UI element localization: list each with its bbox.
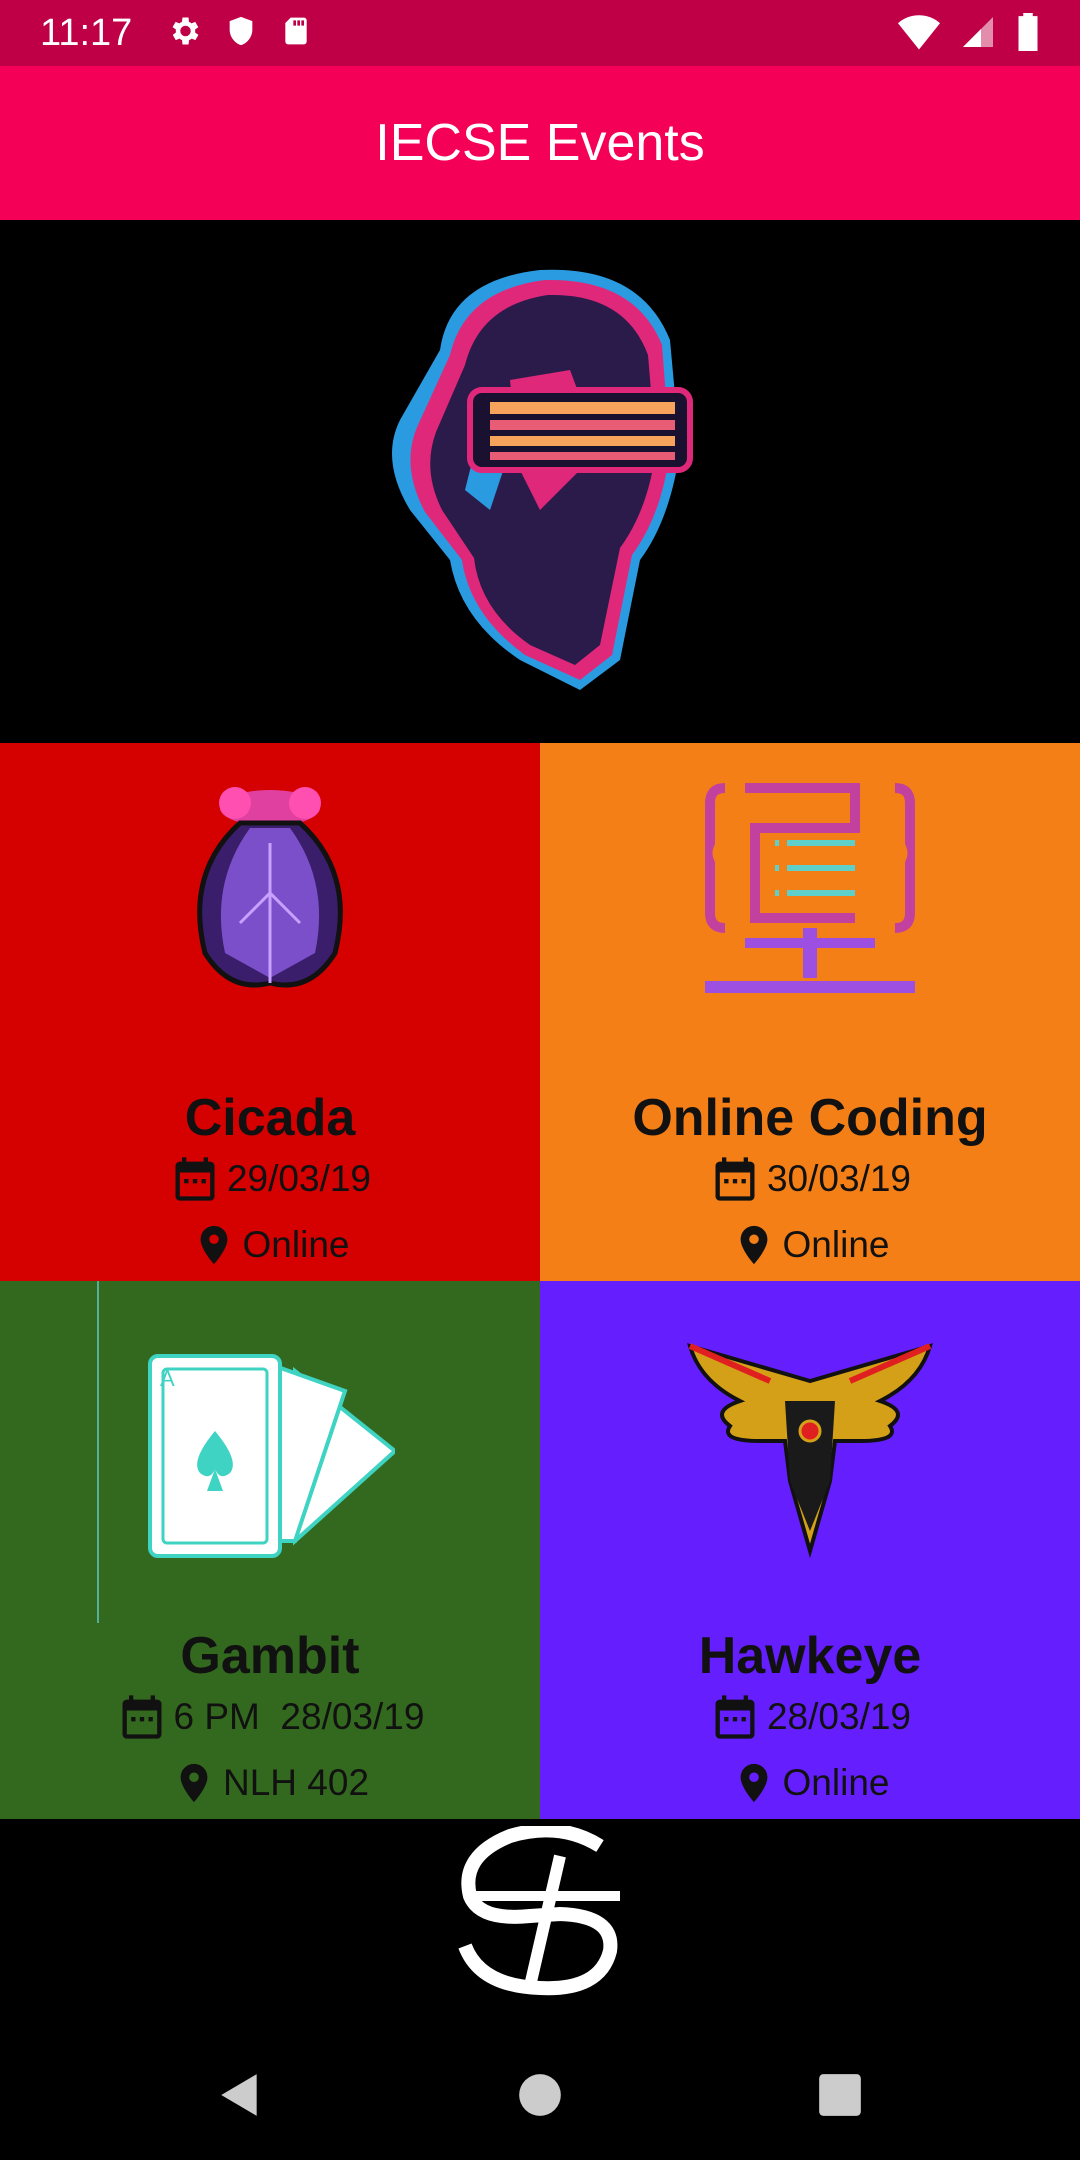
cicada-icon	[197, 787, 343, 988]
event-card-cicada[interactable]: Cicada 29/03/19 Online	[0, 743, 540, 1281]
location-pin-icon	[740, 1763, 767, 1803]
status-bar: 11:17	[0, 0, 1080, 66]
event-card-gambit[interactable]: A Gambit 6 PM 28/03/19 NLH 402	[0, 1281, 540, 1819]
navigation-bar	[0, 2020, 1080, 2160]
footer	[0, 1820, 1080, 2020]
event-name: Gambit	[180, 1627, 360, 1685]
event-venue: Online	[782, 1224, 890, 1265]
wifi-icon	[898, 15, 940, 50]
location-pin-icon	[740, 1225, 767, 1265]
hero-banner	[0, 220, 1080, 743]
calendar-icon	[715, 1695, 755, 1739]
computer-code-icon	[705, 783, 915, 993]
home-icon[interactable]	[515, 2070, 565, 2120]
app-bar: IECSE Events	[0, 66, 1080, 220]
status-time: 11:17	[40, 12, 133, 54]
location-pin-icon	[200, 1225, 227, 1265]
signal-icon	[963, 17, 993, 47]
battery-icon	[1018, 13, 1038, 51]
sponsor-logo-icon	[458, 1826, 620, 1996]
event-date: 29/03/19	[226, 1158, 372, 1199]
playing-cards-icon: A	[148, 1354, 395, 1558]
gear-icon	[172, 17, 199, 45]
event-name: Cicada	[184, 1089, 356, 1147]
shield-icon	[229, 16, 253, 46]
calendar-icon	[715, 1157, 755, 1201]
calendar-icon	[175, 1157, 215, 1201]
eagle-icon	[687, 1343, 933, 1559]
event-name: Online Coding	[632, 1089, 988, 1147]
event-date: 28/03/19	[766, 1696, 912, 1737]
back-icon[interactable]	[215, 2070, 265, 2120]
location-pin-icon	[180, 1763, 208, 1803]
event-date: 6 PM 28/03/19	[173, 1696, 425, 1737]
event-card-hawkeye[interactable]: Hawkeye 28/03/19 Online	[540, 1281, 1080, 1819]
event-venue: Online	[782, 1762, 890, 1803]
calendar-icon	[122, 1695, 162, 1739]
event-name: Hawkeye	[698, 1627, 922, 1685]
svg-text:A: A	[160, 1366, 175, 1391]
hacker-head-icon	[392, 269, 693, 690]
event-date: 30/03/19	[766, 1158, 912, 1199]
event-venue: Online	[242, 1224, 350, 1265]
page-title: IECSE Events	[375, 114, 705, 172]
event-venue: NLH 402	[222, 1762, 370, 1803]
sd-card-icon	[285, 17, 307, 45]
recents-icon[interactable]	[815, 2070, 865, 2120]
event-card-online-coding[interactable]: Online Coding 30/03/19 Online	[540, 743, 1080, 1281]
